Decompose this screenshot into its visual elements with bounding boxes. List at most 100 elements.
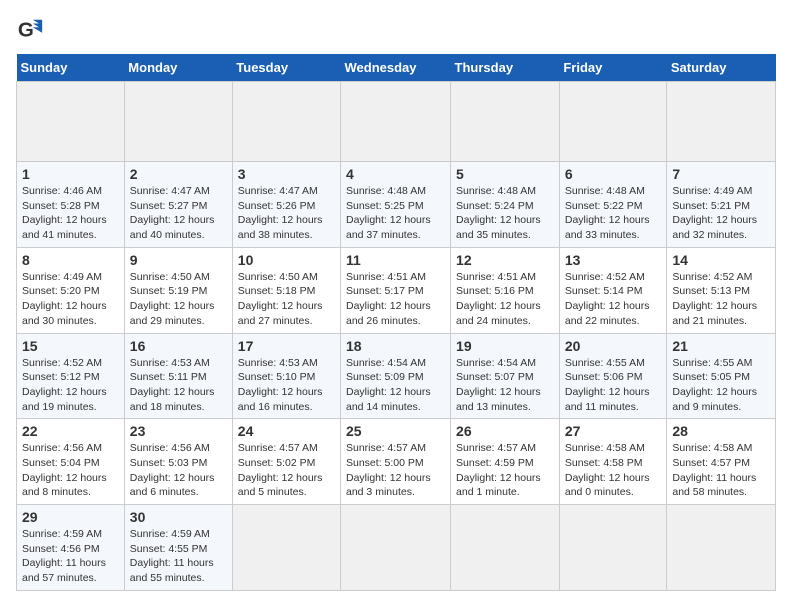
cell-info: Sunrise: 4:54 AMSunset: 5:09 PMDaylight:… [346,356,445,415]
cell-info: Sunrise: 4:55 AMSunset: 5:05 PMDaylight:… [672,356,770,415]
cell-info: Sunrise: 4:58 AMSunset: 4:58 PMDaylight:… [565,441,662,500]
cell-info: Sunrise: 4:52 AMSunset: 5:12 PMDaylight:… [22,356,119,415]
cell-info: Sunrise: 4:59 AMSunset: 4:56 PMDaylight:… [22,527,119,586]
calendar-cell [124,82,232,162]
day-number: 20 [565,338,662,354]
calendar-cell: 14Sunrise: 4:52 AMSunset: 5:13 PMDayligh… [667,247,776,333]
day-number: 8 [22,252,119,268]
cell-info: Sunrise: 4:49 AMSunset: 5:21 PMDaylight:… [672,184,770,243]
day-number: 12 [456,252,554,268]
cell-info: Sunrise: 4:47 AMSunset: 5:26 PMDaylight:… [238,184,335,243]
calendar-cell: 27 Sunrise: 4:58 AMSunset: 4:58 PMDayligh… [559,419,667,505]
header-row: SundayMondayTuesdayWednesdayThursdayFrid… [17,54,776,82]
calendar-cell: 3 Sunrise: 4:47 AMSunset: 5:26 PMDaylight… [232,162,340,248]
col-header-saturday: Saturday [667,54,776,82]
calendar-cell [341,505,451,591]
calendar-cell: 24 Sunrise: 4:57 AMSunset: 5:02 PMDayligh… [232,419,340,505]
calendar-cell: 28 Sunrise: 4:58 AMSunset: 4:57 PMDayligh… [667,419,776,505]
col-header-wednesday: Wednesday [341,54,451,82]
calendar-cell: 26 Sunrise: 4:57 AMSunset: 4:59 PMDayligh… [451,419,560,505]
day-number: 15 [22,338,119,354]
day-number: 4 [346,166,445,182]
calendar-table: SundayMondayTuesdayWednesdayThursdayFrid… [16,54,776,591]
day-number: 1 [22,166,119,182]
cell-info: Sunrise: 4:57 AMSunset: 4:59 PMDaylight:… [456,441,554,500]
col-header-thursday: Thursday [451,54,560,82]
calendar-week-0 [17,82,776,162]
day-number: 11 [346,252,445,268]
calendar-cell [667,505,776,591]
col-header-friday: Friday [559,54,667,82]
cell-info: Sunrise: 4:47 AMSunset: 5:27 PMDaylight:… [130,184,227,243]
calendar-cell [232,505,340,591]
cell-info: Sunrise: 4:48 AMSunset: 5:24 PMDaylight:… [456,184,554,243]
cell-info: Sunrise: 4:52 AMSunset: 5:14 PMDaylight:… [565,270,662,329]
calendar-cell: 10 Sunrise: 4:50 AMSunset: 5:18 PMDayligh… [232,247,340,333]
calendar-cell: 18 Sunrise: 4:54 AMSunset: 5:09 PMDayligh… [341,333,451,419]
cell-info: Sunrise: 4:57 AMSunset: 5:02 PMDaylight:… [238,441,335,500]
calendar-cell: 15 Sunrise: 4:52 AMSunset: 5:12 PMDayligh… [17,333,125,419]
calendar-cell: 9 Sunrise: 4:50 AMSunset: 5:19 PMDaylight… [124,247,232,333]
day-number: 28 [672,423,770,439]
calendar-cell: 21 Sunrise: 4:55 AMSunset: 5:05 PMDayligh… [667,333,776,419]
day-number: 22 [22,423,119,439]
calendar-cell: 8 Sunrise: 4:49 AMSunset: 5:20 PMDaylight… [17,247,125,333]
day-number: 30 [130,509,227,525]
day-number: 9 [130,252,227,268]
day-number: 3 [238,166,335,182]
day-number: 14 [672,252,770,268]
cell-info: Sunrise: 4:56 AMSunset: 5:04 PMDaylight:… [22,441,119,500]
calendar-cell [17,82,125,162]
calendar-week-2: 8 Sunrise: 4:49 AMSunset: 5:20 PMDaylight… [17,247,776,333]
calendar-cell: 11Sunrise: 4:51 AMSunset: 5:17 PMDayligh… [341,247,451,333]
day-number: 19 [456,338,554,354]
calendar-cell: 29Sunrise: 4:59 AMSunset: 4:56 PMDayligh… [17,505,125,591]
calendar-cell [451,82,560,162]
cell-info: Sunrise: 4:49 AMSunset: 5:20 PMDaylight:… [22,270,119,329]
day-number: 18 [346,338,445,354]
calendar-week-1: 1Sunrise: 4:46 AMSunset: 5:28 PMDaylight… [17,162,776,248]
day-number: 26 [456,423,554,439]
day-number: 23 [130,423,227,439]
day-number: 17 [238,338,335,354]
col-header-monday: Monday [124,54,232,82]
calendar-cell: 2 Sunrise: 4:47 AMSunset: 5:27 PMDaylight… [124,162,232,248]
cell-info: Sunrise: 4:59 AMSunset: 4:55 PMDaylight:… [130,527,227,586]
calendar-week-5: 29Sunrise: 4:59 AMSunset: 4:56 PMDayligh… [17,505,776,591]
cell-info: Sunrise: 4:55 AMSunset: 5:06 PMDaylight:… [565,356,662,415]
calendar-cell [341,82,451,162]
calendar-cell [559,505,667,591]
day-number: 10 [238,252,335,268]
day-number: 6 [565,166,662,182]
calendar-week-4: 22 Sunrise: 4:56 AMSunset: 5:04 PMDayligh… [17,419,776,505]
calendar-cell: 7Sunrise: 4:49 AMSunset: 5:21 PMDaylight… [667,162,776,248]
cell-info: Sunrise: 4:56 AMSunset: 5:03 PMDaylight:… [130,441,227,500]
cell-info: Sunrise: 4:50 AMSunset: 5:18 PMDaylight:… [238,270,335,329]
calendar-cell: 13 Sunrise: 4:52 AMSunset: 5:14 PMDayligh… [559,247,667,333]
logo-icon: G [16,16,44,44]
cell-info: Sunrise: 4:53 AMSunset: 5:11 PMDaylight:… [130,356,227,415]
calendar-cell: 17 Sunrise: 4:53 AMSunset: 5:10 PMDayligh… [232,333,340,419]
day-number: 27 [565,423,662,439]
calendar-cell: 23 Sunrise: 4:56 AMSunset: 5:03 PMDayligh… [124,419,232,505]
day-number: 24 [238,423,335,439]
calendar-cell: 25Sunrise: 4:57 AMSunset: 5:00 PMDayligh… [341,419,451,505]
day-number: 2 [130,166,227,182]
calendar-cell: 16 Sunrise: 4:53 AMSunset: 5:11 PMDayligh… [124,333,232,419]
cell-info: Sunrise: 4:58 AMSunset: 4:57 PMDaylight:… [672,441,770,500]
cell-info: Sunrise: 4:50 AMSunset: 5:19 PMDaylight:… [130,270,227,329]
calendar-cell: 6 Sunrise: 4:48 AMSunset: 5:22 PMDaylight… [559,162,667,248]
calendar-cell: 4Sunrise: 4:48 AMSunset: 5:25 PMDaylight… [341,162,451,248]
calendar-cell: 22 Sunrise: 4:56 AMSunset: 5:04 PMDayligh… [17,419,125,505]
day-number: 21 [672,338,770,354]
cell-info: Sunrise: 4:51 AMSunset: 5:16 PMDaylight:… [456,270,554,329]
calendar-week-3: 15 Sunrise: 4:52 AMSunset: 5:12 PMDayligh… [17,333,776,419]
calendar-cell: 5Sunrise: 4:48 AMSunset: 5:24 PMDaylight… [451,162,560,248]
day-number: 13 [565,252,662,268]
day-number: 16 [130,338,227,354]
svg-text:G: G [18,19,34,42]
cell-info: Sunrise: 4:54 AMSunset: 5:07 PMDaylight:… [456,356,554,415]
col-header-tuesday: Tuesday [232,54,340,82]
cell-info: Sunrise: 4:48 AMSunset: 5:22 PMDaylight:… [565,184,662,243]
cell-info: Sunrise: 4:53 AMSunset: 5:10 PMDaylight:… [238,356,335,415]
